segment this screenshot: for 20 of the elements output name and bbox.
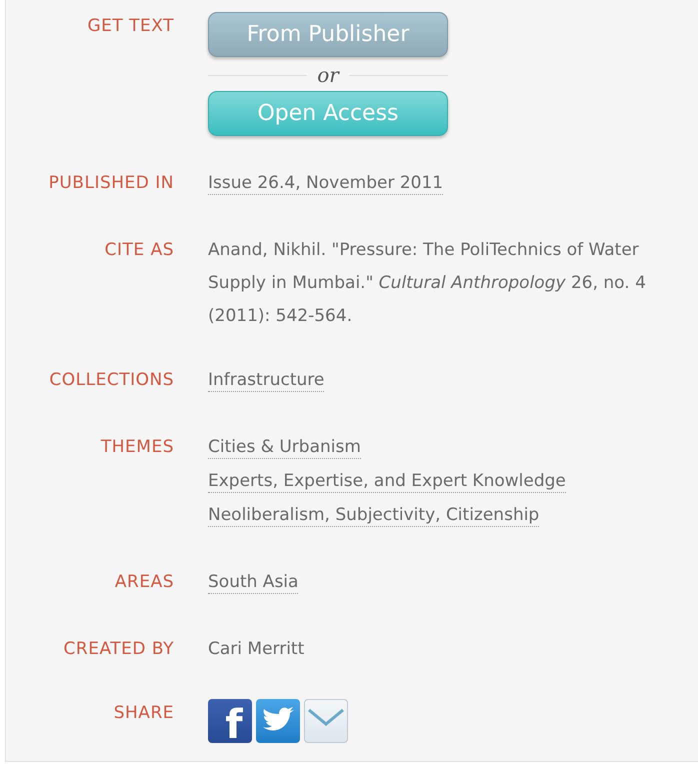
link[interactable]: Neoliberalism, Subjectivity, Citizenship xyxy=(208,504,540,527)
facebook-share-button[interactable]: f xyxy=(208,699,252,743)
field-label: AREAS xyxy=(114,571,174,594)
link[interactable]: South Asia xyxy=(208,571,298,594)
link[interactable]: Cities & Urbanism xyxy=(208,436,361,459)
field-label: THEMES xyxy=(100,436,174,459)
bird-share-button[interactable] xyxy=(256,699,300,743)
link[interactable]: Experts, Expertise, and Expert Knowledge xyxy=(208,470,566,493)
field-label: GET TEXT xyxy=(87,15,174,38)
field-label: CREATED BY xyxy=(64,638,174,661)
link[interactable]: Issue 26.4, November 2011 xyxy=(208,172,444,195)
field-label: CITE AS xyxy=(104,239,174,262)
or-separator: or xyxy=(317,63,339,87)
value-text: Cari Merritt xyxy=(208,638,306,661)
link[interactable]: Infrastructure xyxy=(208,369,324,392)
field-label: COLLECTIONS xyxy=(49,369,174,392)
value-text: Anand, Nikhil. "Pressure: The PoliTechnics of Water Supply in Mumbai." Cultural Anthropology 26, no. 4 (2011): 542-564. xyxy=(208,239,647,328)
email-share-button[interactable] xyxy=(304,699,348,743)
field-label: PUBLISHED IN xyxy=(48,172,174,195)
field-label: SHARE xyxy=(114,702,174,725)
